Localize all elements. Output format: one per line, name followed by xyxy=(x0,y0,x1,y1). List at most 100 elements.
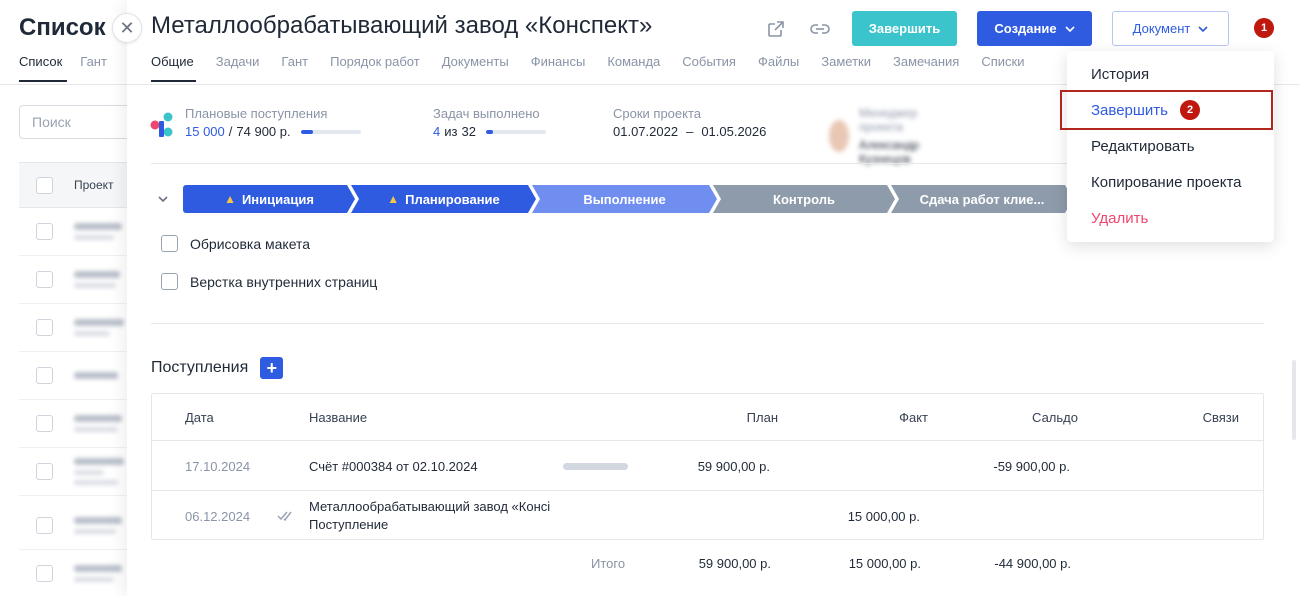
blurred-row-text xyxy=(74,565,122,582)
deadline-separator: – xyxy=(686,124,694,139)
stage-label: Контроль xyxy=(773,191,835,207)
list-page-tabs: Список Гант xyxy=(19,54,107,69)
tab-files[interactable]: Файлы xyxy=(758,54,799,69)
close-icon: ✕ xyxy=(119,17,135,38)
scrollbar[interactable] xyxy=(1292,360,1296,440)
manager-label: Менеджер проекта xyxy=(859,106,918,134)
stage-control[interactable]: Контроль xyxy=(713,185,895,213)
tasks-done-value: 4 xyxy=(433,124,441,139)
tab-gantt[interactable]: Гант xyxy=(281,54,308,69)
column-fact[interactable]: Факт xyxy=(899,410,928,425)
stage-planning[interactable]: ▲ Планирование xyxy=(351,185,536,213)
stage-handover[interactable]: Сдача работ клие... xyxy=(891,185,1073,213)
table-row[interactable]: 06.12.2024 Металлообрабатывающий завод «… xyxy=(152,491,1263,540)
table-row[interactable] xyxy=(19,502,139,550)
row-checkbox[interactable] xyxy=(36,367,53,384)
project-manager[interactable]: Менеджер проекта Александр Кузнецов xyxy=(829,106,931,166)
row-checkbox[interactable] xyxy=(36,319,53,336)
tab-work-order[interactable]: Порядок работ xyxy=(330,54,420,69)
step-marker-1: 1 xyxy=(1254,18,1274,38)
column-date[interactable]: Дата xyxy=(185,410,214,425)
table-header: Дата Название План Факт Сальдо Связи xyxy=(152,394,1263,441)
stage-initiation[interactable]: ▲ Инициация xyxy=(183,185,355,213)
deadline-label: Сроки проекта xyxy=(613,106,702,121)
collapse-chevron-icon[interactable] xyxy=(157,193,169,205)
row-checkbox[interactable] xyxy=(36,271,53,288)
create-button[interactable]: Создание xyxy=(977,11,1092,46)
row-checkbox[interactable] xyxy=(36,415,53,432)
row-checkbox[interactable] xyxy=(36,565,53,582)
tab-lists[interactable]: Списки xyxy=(981,54,1024,69)
menu-item-edit[interactable]: Редактировать xyxy=(1067,128,1274,164)
tab-gantt-bg[interactable]: Гант xyxy=(80,54,107,69)
deadline-end: 01.05.2026 xyxy=(701,124,767,139)
task-item[interactable]: Обрисовка макета xyxy=(161,235,310,252)
column-balance[interactable]: Сальдо xyxy=(1032,410,1078,425)
search-input[interactable]: Поиск xyxy=(19,105,139,139)
column-project: Проект xyxy=(74,178,114,192)
income-section-title: Поступления + xyxy=(151,357,284,379)
table-row[interactable] xyxy=(19,400,139,448)
table-row[interactable] xyxy=(19,550,139,596)
column-links[interactable]: Связи xyxy=(1203,410,1239,425)
tab-events[interactable]: События xyxy=(682,54,736,69)
tab-team[interactable]: Команда xyxy=(607,54,660,69)
deadline-start: 01.07.2022 xyxy=(613,124,679,139)
placeholder-bar xyxy=(563,463,628,470)
menu-item-copy-project[interactable]: Копирование проекта xyxy=(1067,164,1274,200)
tab-documents[interactable]: Документы xyxy=(442,54,509,69)
table-row[interactable]: 17.10.2024 Счёт #000384 от 02.10.2024 59… xyxy=(152,441,1263,491)
row-checkbox[interactable] xyxy=(36,223,53,240)
external-link-icon xyxy=(768,21,784,37)
blurred-row-text xyxy=(74,271,120,288)
tab-general[interactable]: Общие xyxy=(151,54,194,69)
table-row[interactable] xyxy=(19,304,139,352)
blurred-row-text xyxy=(74,458,124,485)
tab-list[interactable]: Список xyxy=(19,54,62,69)
table-row[interactable] xyxy=(19,256,139,304)
select-all-checkbox[interactable] xyxy=(36,176,53,194)
finish-button[interactable]: Завершить xyxy=(852,11,957,46)
tasks-done-stat: Задач выполнено 4 из 32 xyxy=(433,106,546,139)
row-checkbox[interactable] xyxy=(36,517,53,534)
plus-icon: + xyxy=(266,358,277,378)
income-table: Дата Название План Факт Сальдо Связи 17.… xyxy=(151,393,1264,540)
table-row[interactable] xyxy=(19,352,139,400)
tab-remarks[interactable]: Замечания xyxy=(893,54,959,69)
document-button[interactable]: Документ xyxy=(1112,11,1229,46)
document-button-label: Документ xyxy=(1132,21,1191,36)
open-external-button[interactable] xyxy=(764,17,788,41)
task-checkbox[interactable] xyxy=(161,235,178,252)
task-checkbox[interactable] xyxy=(161,273,178,290)
stage-execution[interactable]: Выполнение xyxy=(532,185,717,213)
tasks-of: из xyxy=(444,124,458,139)
slash: / xyxy=(228,124,233,139)
chevron-down-icon xyxy=(1198,25,1208,32)
divider xyxy=(151,323,1264,324)
link-icon xyxy=(810,24,830,34)
column-name[interactable]: Название xyxy=(309,410,367,425)
add-income-button[interactable]: + xyxy=(260,357,284,379)
task-item[interactable]: Верстка внутренних страниц xyxy=(161,273,377,290)
totals-label: Итого xyxy=(591,556,626,571)
table-row[interactable] xyxy=(19,208,139,256)
tab-finance[interactable]: Финансы xyxy=(531,54,586,69)
stage-label: Планирование xyxy=(405,191,500,207)
table-row[interactable] xyxy=(19,448,139,496)
row-checkbox[interactable] xyxy=(36,463,53,480)
menu-item-finish[interactable]: Завершить xyxy=(1067,92,1274,128)
column-plan[interactable]: План xyxy=(747,410,778,425)
tab-tasks[interactable]: Задачи xyxy=(216,54,260,69)
tab-notes[interactable]: Заметки xyxy=(821,54,871,69)
close-drawer-button[interactable]: ✕ xyxy=(112,13,142,43)
row-balance: -59 900,00 р. xyxy=(993,459,1070,474)
menu-item-delete[interactable]: Удалить xyxy=(1067,200,1274,236)
chevron-down-icon xyxy=(1065,25,1075,32)
active-tab-underline xyxy=(19,80,67,82)
copy-link-button[interactable] xyxy=(808,17,832,41)
tasks-done-label: Задач выполнено xyxy=(433,106,540,121)
row-name: Металлообрабатывающий завод «Консі xyxy=(309,499,551,514)
menu-item-history[interactable]: История xyxy=(1067,56,1274,92)
warning-icon: ▲ xyxy=(224,192,236,206)
table-header: Проект xyxy=(19,162,139,208)
